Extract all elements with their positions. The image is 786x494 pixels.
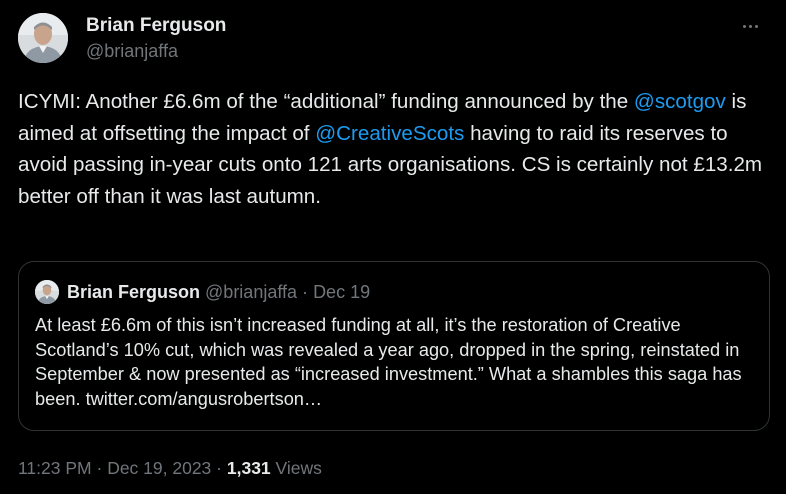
mention-link-creativescots[interactable]: @CreativeScots bbox=[315, 122, 464, 145]
footer-separator: · bbox=[216, 458, 222, 478]
tweet-footer: 11:23 PM · Dec 19, 2023 · 1,331 Views bbox=[18, 457, 322, 479]
quote-author-handle[interactable]: @brianjaffa bbox=[205, 282, 297, 302]
author-name[interactable]: Brian Ferguson bbox=[86, 15, 226, 37]
avatar-photo-icon bbox=[35, 280, 59, 304]
quote-separator: · bbox=[302, 282, 309, 302]
quote-author-name[interactable]: Brian Ferguson bbox=[67, 282, 200, 302]
tweet-card: Brian Ferguson @brianjaffa ICYMI: Anothe… bbox=[0, 0, 786, 494]
author-handle[interactable]: @brianjaffa bbox=[86, 40, 178, 62]
quote-date[interactable]: Dec 19 bbox=[313, 282, 370, 302]
tweet-text: ICYMI: Another £6.6m of the “additional”… bbox=[18, 86, 773, 212]
more-horizontal-icon bbox=[742, 24, 758, 28]
tweet-text-part: ICYMI: Another £6.6m of the “additional”… bbox=[18, 90, 634, 113]
mention-link-scotgov[interactable]: @scotgov bbox=[634, 90, 726, 113]
avatar-photo-icon bbox=[18, 13, 68, 63]
more-options-button[interactable] bbox=[738, 16, 762, 36]
views-label: Views bbox=[275, 458, 322, 478]
quote-header: Brian Ferguson @brianjaffa · Dec 19 bbox=[67, 281, 370, 303]
footer-separator: · bbox=[96, 458, 103, 478]
quote-text: At least £6.6m of this isn’t increased f… bbox=[35, 315, 742, 409]
views-count: 1,331 bbox=[226, 458, 271, 478]
quoted-tweet[interactable]: Brian Ferguson @brianjaffa · Dec 19 At l… bbox=[18, 261, 770, 431]
tweet-date[interactable]: Dec 19, 2023 bbox=[107, 458, 211, 478]
quote-author-avatar[interactable] bbox=[35, 280, 59, 304]
tweet-time[interactable]: 11:23 PM bbox=[18, 458, 92, 478]
author-avatar[interactable] bbox=[18, 13, 68, 63]
